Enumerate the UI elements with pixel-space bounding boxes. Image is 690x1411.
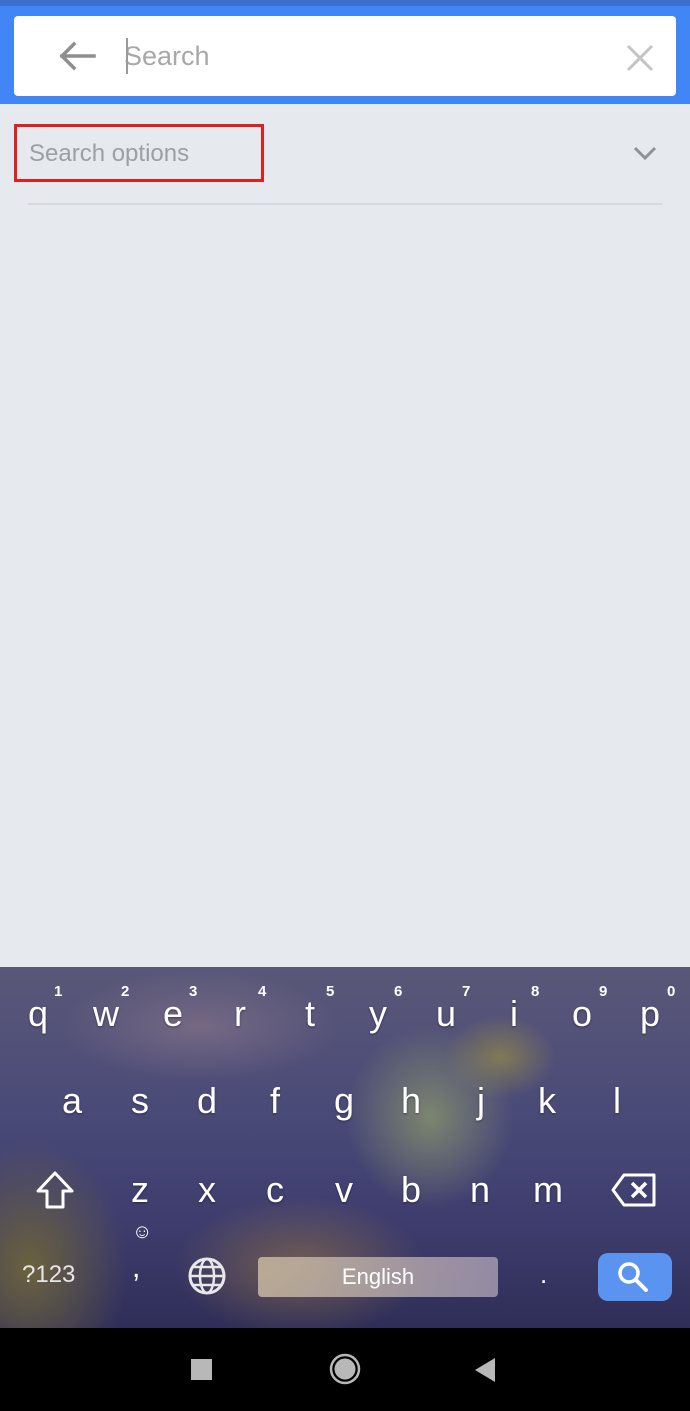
space-key[interactable]: English xyxy=(258,1257,498,1297)
key-j[interactable]: j xyxy=(451,1080,511,1122)
key-hint: 7 xyxy=(462,983,471,1000)
key-hint: 0 xyxy=(667,983,676,1000)
key-label: u xyxy=(435,993,457,1034)
key-label: w xyxy=(93,993,119,1034)
arrow-left-icon[interactable] xyxy=(54,40,98,72)
key-m[interactable]: m xyxy=(518,1169,578,1211)
key-label: r xyxy=(234,993,246,1034)
key-label: z xyxy=(131,1169,149,1210)
key-hint: 5 xyxy=(326,983,335,1000)
comma-key[interactable]: , xyxy=(132,1251,140,1285)
search-options-dropdown[interactable]: Search options xyxy=(14,124,676,188)
key-label: j xyxy=(477,1080,485,1121)
key-z[interactable]: z xyxy=(110,1169,170,1211)
key-hint: 3 xyxy=(189,983,198,1000)
key-label: i xyxy=(510,993,518,1034)
key-label: k xyxy=(538,1080,556,1121)
chevron-down-icon[interactable] xyxy=(632,144,658,162)
emoji-hint-icon: ☺ xyxy=(132,1221,153,1243)
key-label: h xyxy=(400,1080,422,1121)
key-label: n xyxy=(469,1169,491,1210)
key-label: a xyxy=(61,1080,83,1121)
key-label: f xyxy=(269,1080,280,1121)
search-box xyxy=(14,16,676,96)
key-label: p xyxy=(639,993,661,1034)
key-label: v xyxy=(335,1169,353,1210)
key-label: e xyxy=(162,993,184,1034)
key-hint: 2 xyxy=(121,983,130,1000)
key-c[interactable]: c xyxy=(245,1169,305,1211)
key-a[interactable]: a xyxy=(42,1080,102,1122)
search-icon xyxy=(618,1262,648,1292)
key-label: g xyxy=(333,1080,355,1121)
key-label: m xyxy=(533,1169,563,1210)
app-bar xyxy=(0,0,690,104)
key-label: d xyxy=(196,1080,218,1121)
key-n[interactable]: n xyxy=(450,1169,510,1211)
key-f[interactable]: f xyxy=(245,1080,305,1122)
key-b[interactable]: b xyxy=(381,1169,441,1211)
symbols-key[interactable]: ?123 xyxy=(22,1261,75,1289)
key-hint: 4 xyxy=(258,983,267,1000)
key-l[interactable]: l xyxy=(587,1080,647,1122)
home-icon[interactable] xyxy=(329,1353,361,1385)
system-navigation-bar xyxy=(0,1328,690,1411)
key-label: l xyxy=(613,1080,621,1121)
globe-icon[interactable] xyxy=(187,1256,227,1296)
key-x[interactable]: x xyxy=(177,1169,237,1211)
key-label: c xyxy=(266,1169,284,1210)
period-key[interactable]: . xyxy=(540,1259,547,1290)
key-label: y xyxy=(369,993,387,1034)
key-s[interactable]: s xyxy=(110,1080,170,1122)
search-options-label: Search options xyxy=(29,140,190,167)
key-k[interactable]: k xyxy=(517,1080,577,1122)
soft-keyboard: q 1 w 2 e 3 r 4 t 5 y 6 u 7 i 8 o 9 p 0 … xyxy=(0,967,690,1328)
key-label: b xyxy=(400,1169,422,1210)
backspace-icon[interactable] xyxy=(610,1172,658,1208)
divider xyxy=(28,203,662,205)
key-d[interactable]: d xyxy=(177,1080,237,1122)
search-action-key[interactable] xyxy=(598,1253,672,1301)
key-v[interactable]: v xyxy=(314,1169,374,1211)
key-g[interactable]: g xyxy=(314,1080,374,1122)
key-label: t xyxy=(304,993,315,1034)
shift-icon[interactable] xyxy=(34,1170,76,1210)
key-label: x xyxy=(198,1169,216,1210)
key-hint: 8 xyxy=(531,983,540,1000)
close-icon[interactable] xyxy=(622,40,658,76)
key-label: q xyxy=(27,993,49,1034)
back-triangle-icon[interactable] xyxy=(474,1357,496,1383)
key-hint: 6 xyxy=(394,983,403,1000)
key-h[interactable]: h xyxy=(381,1080,441,1122)
key-label: s xyxy=(131,1080,149,1121)
key-label: o xyxy=(571,993,593,1034)
recents-icon[interactable] xyxy=(191,1359,212,1380)
search-input[interactable] xyxy=(124,34,604,78)
text-cursor xyxy=(126,38,128,74)
key-hint: 1 xyxy=(54,983,63,1000)
key-hint: 9 xyxy=(599,983,608,1000)
